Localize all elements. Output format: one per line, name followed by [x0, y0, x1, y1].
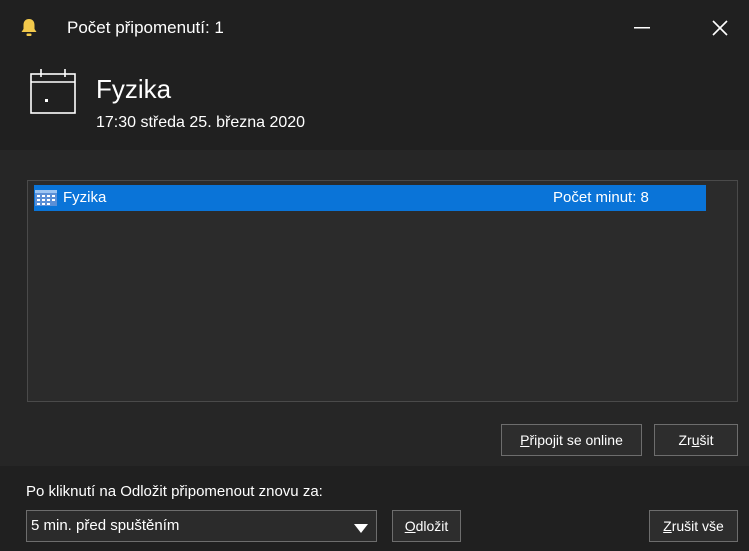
minimize-icon [634, 27, 650, 29]
dismiss-button[interactable]: Zr u šit [654, 424, 738, 456]
snooze-button[interactable]: Odložit [392, 510, 461, 542]
title-bar: Počet připomenutí: 1 [0, 0, 749, 56]
appointment-icon [35, 190, 57, 206]
snooze-select[interactable]: 5 min. před spuštěním [26, 510, 377, 542]
list-item[interactable]: Fyzika Počet minut: 8 [34, 185, 706, 211]
snooze-label: Po kliknutí na Odložit připomenout znovu… [26, 483, 323, 500]
snooze-select-value: 5 min. před spuštěním [31, 517, 180, 534]
snooze-footer: Po kliknutí na Odložit připomenout znovu… [0, 466, 749, 551]
calendar-icon [30, 68, 76, 114]
reminder-due: Počet minut: 8 [553, 189, 649, 206]
close-icon [712, 20, 728, 36]
reminder-list[interactable]: Fyzika Počet minut: 8 [27, 180, 738, 402]
close-button[interactable] [697, 0, 743, 56]
window-title: Počet připomenutí: 1 [67, 18, 224, 37]
chevron-down-icon [354, 521, 368, 533]
join-online-button[interactable]: Připojit se online [501, 424, 642, 456]
dismiss-all-button[interactable]: Zrušit vše [649, 510, 738, 542]
event-title: Fyzika [96, 74, 172, 104]
bell-icon [20, 18, 38, 38]
event-time: 17:30 středa 25. března 2020 [96, 114, 306, 131]
reminder-window: Počet připomenutí: 1 Fyzika 17:30 středa… [0, 0, 749, 551]
reminder-subject: Fyzika [63, 189, 107, 206]
minimize-button[interactable] [619, 0, 665, 56]
event-header: Fyzika 17:30 středa 25. března 2020 [0, 56, 749, 150]
